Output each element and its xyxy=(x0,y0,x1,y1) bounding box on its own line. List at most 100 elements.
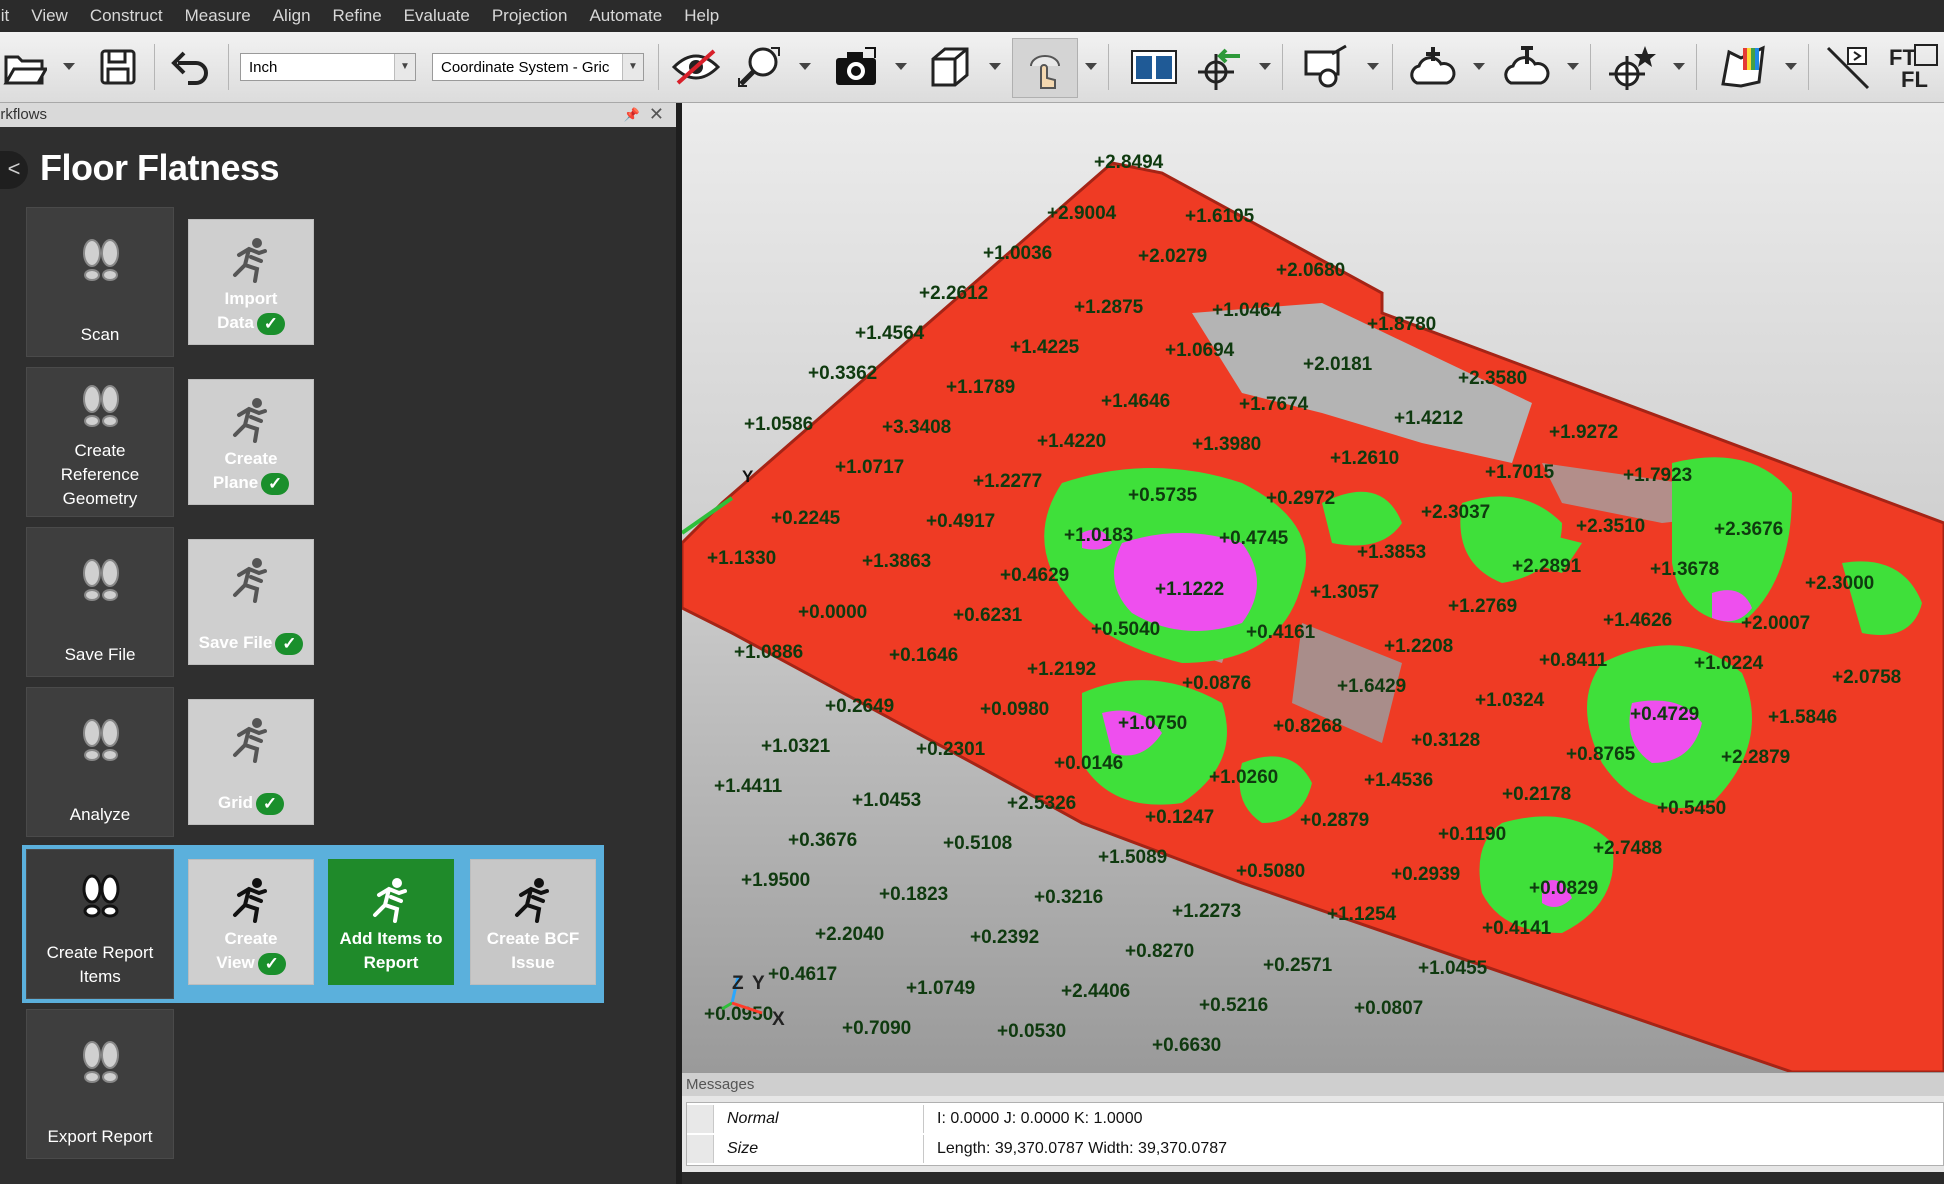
back-button[interactable]: < xyxy=(0,151,28,189)
cloud-add-dropdown[interactable] xyxy=(1472,32,1486,102)
task-save-file[interactable]: Save File ✓ xyxy=(188,539,314,665)
undo-icon[interactable] xyxy=(166,40,214,94)
runner-icon xyxy=(233,878,267,923)
footprints-icon xyxy=(83,559,119,601)
column-divider xyxy=(923,1135,924,1163)
menu-refine[interactable]: Refine xyxy=(322,6,393,26)
chevron-down-icon[interactable]: ▼ xyxy=(622,54,643,80)
save-icon[interactable] xyxy=(96,40,140,94)
check-icon: ✓ xyxy=(257,952,286,975)
deviation-label: +1.0717 xyxy=(835,457,904,478)
probe-icon[interactable] xyxy=(1298,40,1354,94)
deviation-label: +0.0146 xyxy=(1054,753,1123,774)
chevron-down-icon[interactable]: ▼ xyxy=(394,54,415,80)
deviation-label: +1.2208 xyxy=(1384,636,1453,657)
menu-measure[interactable]: Measure xyxy=(174,6,262,26)
target-star-icon[interactable] xyxy=(1604,40,1660,94)
menu-align[interactable]: Align xyxy=(262,6,322,26)
deviation-label: +1.7923 xyxy=(1623,465,1692,486)
step-export-report[interactable]: Export Report xyxy=(26,1009,174,1159)
3d-viewport[interactable]: +2.8494 +1.6105 +2.0680 +1.8780 +2.3580 +1.92… xyxy=(682,103,1944,1072)
touch-select-icon[interactable] xyxy=(1012,38,1078,98)
target-star-dropdown[interactable] xyxy=(1672,32,1686,102)
menu-evaluate[interactable]: Evaluate xyxy=(393,6,481,26)
deviation-label: +1.8780 xyxy=(1367,314,1436,335)
deviation-label: +2.2879 xyxy=(1721,747,1790,768)
deviation-label: +2.3580 xyxy=(1458,368,1527,389)
open-folder-icon[interactable] xyxy=(2,40,48,94)
cloud-cut-icon[interactable] xyxy=(1498,40,1554,94)
task-create-bcf-issue[interactable]: Create BCF Issue xyxy=(470,859,596,985)
deviation-label: +2.4406 xyxy=(1061,981,1130,1002)
panel-icon[interactable] xyxy=(1128,40,1180,94)
deviation-label: +0.1190 xyxy=(1438,824,1506,845)
cube-view-icon[interactable] xyxy=(924,40,976,94)
menu-view[interactable]: View xyxy=(20,6,79,26)
step-create-report-items[interactable]: Create Report Items xyxy=(26,849,174,999)
task-grid[interactable]: Grid ✓ xyxy=(188,699,314,825)
step-scan[interactable]: Scan xyxy=(26,207,174,357)
color-map-icon[interactable] xyxy=(1716,40,1772,94)
task-create-plane[interactable]: Create Plane ✓ xyxy=(188,379,314,505)
task-label-line2: Report xyxy=(363,953,419,972)
message-row[interactable]: Size Length: 39,370.0787 Width: 39,370.0… xyxy=(687,1135,1943,1163)
task-label-line1: Add Items to xyxy=(339,929,443,948)
step-analyze[interactable]: Analyze xyxy=(26,687,174,837)
cloud-add-icon[interactable] xyxy=(1404,40,1460,94)
close-icon[interactable]: ✕ xyxy=(649,102,664,126)
deviation-label: +1.5089 xyxy=(1098,847,1167,868)
step-save-file[interactable]: Save File xyxy=(26,527,174,677)
step-create-reference-geometry[interactable]: Create Reference Geometry xyxy=(26,367,174,517)
check-icon: ✓ xyxy=(261,472,290,495)
cloud-cut-dropdown[interactable] xyxy=(1566,32,1580,102)
menu-help[interactable]: Help xyxy=(673,6,730,26)
deviation-label: +1.0749 xyxy=(906,978,975,999)
menu-automate[interactable]: Automate xyxy=(578,6,673,26)
camera-dropdown[interactable] xyxy=(894,32,908,102)
deviation-label: +0.0807 xyxy=(1354,998,1423,1019)
probe-dropdown[interactable] xyxy=(1366,32,1380,102)
task-label: Create BCF Issue xyxy=(470,927,596,975)
color-map-dropdown[interactable] xyxy=(1784,32,1798,102)
task-import-data[interactable]: Import Data ✓ xyxy=(188,219,314,345)
deviation-label: +1.2192 xyxy=(1027,659,1096,680)
message-key: Size xyxy=(727,1140,759,1157)
line-icon[interactable] xyxy=(1822,40,1874,94)
runner-icon xyxy=(233,718,267,763)
deviation-label: +0.4745 xyxy=(1219,528,1289,549)
deviation-label: +0.6231 xyxy=(953,605,1023,626)
zoom-dropdown[interactable] xyxy=(798,32,812,102)
coordinate-system-select[interactable]: Coordinate System - Gric ▼ xyxy=(432,53,644,81)
deviation-label: +2.3037 xyxy=(1421,502,1490,523)
task-add-items-to-report[interactable]: Add Items to Report xyxy=(328,859,454,985)
deviation-label: +2.0758 xyxy=(1832,667,1901,688)
align-dropdown[interactable] xyxy=(1258,32,1272,102)
task-create-view[interactable]: Create View ✓ xyxy=(188,859,314,985)
align-target-icon[interactable] xyxy=(1194,40,1246,94)
menu-construct[interactable]: Construct xyxy=(79,6,174,26)
deviation-label: +1.0453 xyxy=(852,790,921,811)
ffl-icon[interactable]: FT FL xyxy=(1886,40,1942,94)
deviation-label: +1.2769 xyxy=(1448,596,1517,617)
units-select[interactable]: Inch ▼ xyxy=(240,53,416,81)
message-row[interactable]: Normal I: 0.0000 J: 0.0000 K: 1.0000 xyxy=(687,1105,1943,1133)
hide-icon[interactable] xyxy=(668,40,724,94)
deviation-label: +1.3863 xyxy=(862,551,931,572)
deviation-label: +1.0586 xyxy=(744,414,813,435)
deviation-label: +1.4536 xyxy=(1364,770,1433,791)
deviation-label: +0.3128 xyxy=(1411,730,1480,751)
deviation-label: +0.0876 xyxy=(1182,673,1251,694)
deviation-label: +1.4411 xyxy=(714,776,783,797)
pin-icon[interactable]: 📌 xyxy=(624,103,640,127)
menu-edit[interactable]: lit xyxy=(0,6,20,26)
zoom-icon[interactable] xyxy=(734,40,786,94)
cube-view-dropdown[interactable] xyxy=(988,32,1002,102)
deviation-label: +2.5326 xyxy=(1007,793,1076,814)
touch-select-dropdown[interactable] xyxy=(1084,32,1098,102)
deviation-label: +1.2273 xyxy=(1172,901,1241,922)
deviation-label: +2.8494 xyxy=(1094,152,1164,173)
camera-icon[interactable] xyxy=(830,40,882,94)
menu-projection[interactable]: Projection xyxy=(481,6,579,26)
deviation-label: +0.5216 xyxy=(1199,995,1268,1016)
open-dropdown[interactable] xyxy=(62,32,76,102)
